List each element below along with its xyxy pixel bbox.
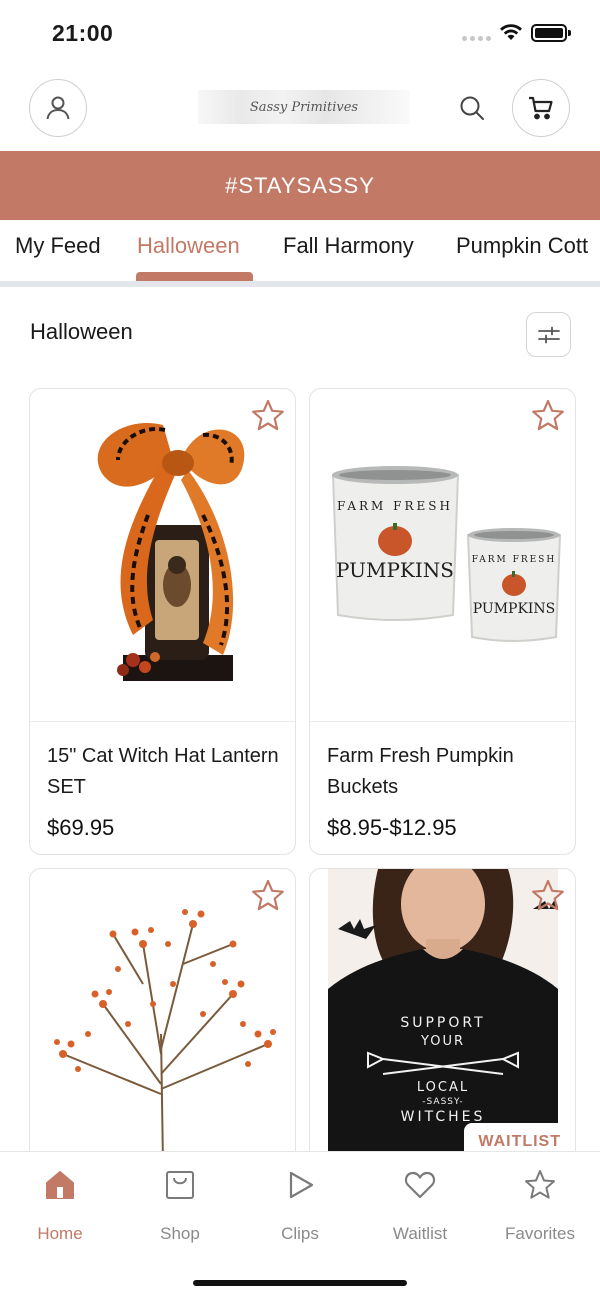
cart-button[interactable] — [512, 79, 570, 137]
profile-button[interactable] — [29, 79, 87, 137]
svg-text:LOCAL: LOCAL — [417, 1080, 469, 1095]
card-divider — [30, 721, 295, 722]
product-card[interactable]: SUPPORT YOUR LOCAL -SASSY- WITCHES WAITL… — [309, 868, 576, 1188]
product-name: Farm Fresh Pumpkin Buckets — [327, 745, 514, 798]
product-card[interactable]: 15" Cat Witch Hat Lantern SET $69.95 — [29, 388, 296, 855]
product-card[interactable]: FARM FRESH PUMPKINS FARM FRESH PUMPKINS … — [309, 388, 576, 855]
bottom-nav: Home Shop Clips Waitlist Favorites — [0, 1151, 600, 1299]
svg-text:PUMPKINS: PUMPKINS — [472, 601, 555, 617]
nav-home[interactable]: Home — [0, 1168, 120, 1244]
nav-favorites[interactable]: Favorites — [480, 1168, 600, 1244]
tab-my-feed[interactable]: My Feed — [15, 233, 101, 259]
svg-text:YOUR: YOUR — [420, 1034, 465, 1049]
star-icon — [525, 1170, 555, 1199]
signal-icon — [462, 36, 491, 41]
nav-label: Waitlist — [392, 1224, 448, 1243]
favorite-star-icon[interactable] — [530, 878, 566, 914]
active-tab-indicator — [136, 272, 253, 281]
status-bar: 21:00 — [0, 0, 600, 66]
product-name: 15" Cat Witch Hat Lantern SET — [47, 745, 279, 798]
pumpkin-buckets-image: FARM FRESH PUMPKINS FARM FRESH PUMPKINS — [310, 389, 575, 721]
nav-label: Clips — [281, 1224, 319, 1243]
tab-pumpkin-cottage[interactable]: Pumpkin Cott — [456, 233, 588, 259]
home-indicator — [193, 1280, 407, 1286]
nav-shop[interactable]: Shop — [120, 1168, 240, 1244]
logo-text: Sassy Primitives — [249, 99, 359, 115]
promo-banner[interactable]: #STAYSASSY — [0, 151, 600, 220]
category-tabs: My Feed Halloween Fall Harmony Pumpkin C… — [0, 220, 600, 282]
favorite-star-icon[interactable] — [250, 398, 286, 434]
product-price: $69.95 — [47, 815, 115, 840]
svg-text:FARM FRESH: FARM FRESH — [337, 499, 453, 513]
heart-icon — [404, 1171, 436, 1199]
product-price: $8.95-$12.95 — [327, 815, 457, 840]
search-button[interactable] — [452, 88, 492, 128]
favorite-star-icon[interactable] — [250, 878, 286, 914]
app-header: Sassy Primitives — [0, 66, 600, 151]
shop-bag-icon — [166, 1171, 194, 1199]
nav-clips[interactable]: Clips — [240, 1168, 360, 1244]
banner-text: #STAYSASSY — [225, 172, 375, 198]
wifi-icon — [500, 24, 522, 40]
tabs-divider — [0, 281, 600, 287]
lantern-with-bow-image — [30, 389, 295, 721]
svg-text:SUPPORT: SUPPORT — [400, 1015, 485, 1031]
witches-tshirt-image: SUPPORT YOUR LOCAL -SASSY- WITCHES — [328, 869, 558, 1159]
favorite-star-icon[interactable] — [530, 398, 566, 434]
product-card[interactable] — [29, 868, 296, 1188]
tab-fall-harmony[interactable]: Fall Harmony — [283, 233, 414, 259]
tab-halloween[interactable]: Halloween — [137, 233, 240, 259]
user-icon — [46, 96, 70, 120]
orange-berry-bush-image — [30, 879, 295, 1169]
cart-icon — [529, 96, 553, 120]
battery-icon — [531, 24, 571, 42]
brand-logo: Sassy Primitives — [198, 90, 410, 124]
home-icon — [46, 1171, 74, 1199]
section-title: Halloween — [30, 319, 133, 344]
nav-waitlist[interactable]: Waitlist — [360, 1168, 480, 1244]
status-time: 21:00 — [52, 20, 114, 46]
svg-text:-SASSY-: -SASSY- — [422, 1097, 463, 1107]
nav-label: Shop — [160, 1224, 200, 1243]
nav-label: Favorites — [505, 1224, 575, 1243]
waitlist-badge: WAITLIST — [464, 1123, 575, 1151]
filter-button[interactable] — [526, 312, 571, 357]
card-divider — [310, 721, 575, 722]
svg-text:FARM FRESH: FARM FRESH — [471, 555, 555, 565]
sliders-icon — [537, 326, 560, 343]
search-icon — [460, 96, 484, 120]
nav-label: Home — [37, 1224, 83, 1243]
play-icon — [289, 1171, 314, 1199]
svg-text:PUMPKINS: PUMPKINS — [336, 558, 454, 582]
